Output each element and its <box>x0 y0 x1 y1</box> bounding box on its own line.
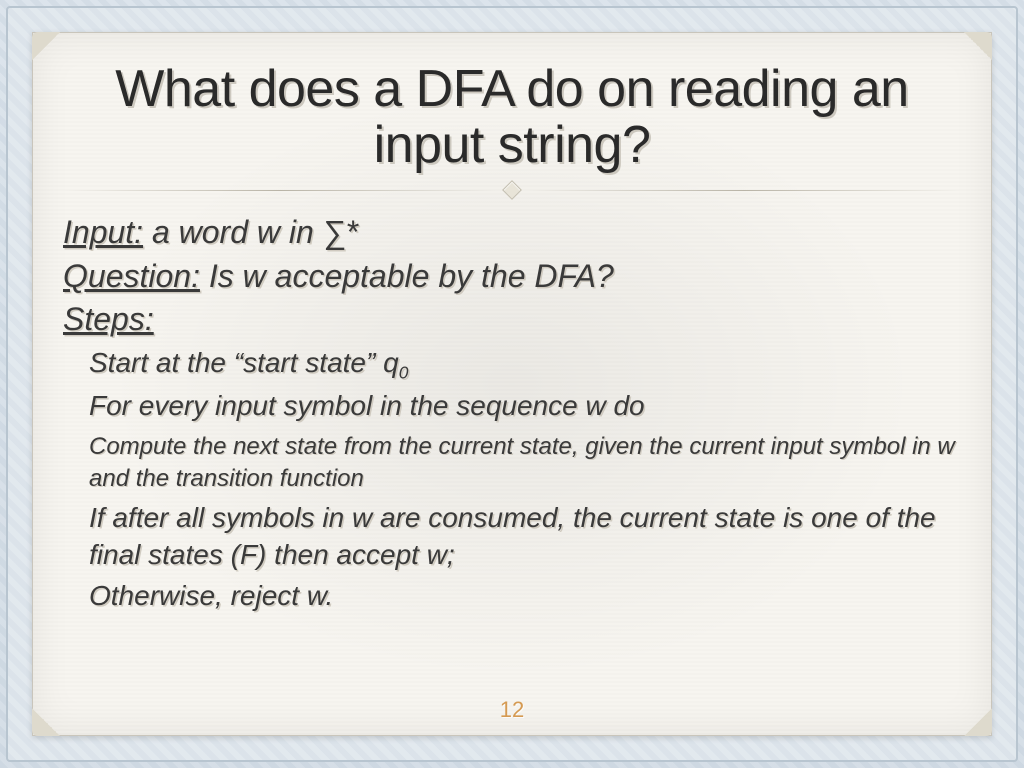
input-label: Input: <box>63 214 143 250</box>
outer-frame: What does a DFA do on reading an input s… <box>6 6 1018 762</box>
step-2a: Compute the next state from the current … <box>89 431 961 493</box>
question-label: Question: <box>63 258 200 294</box>
step-2: For every input symbol in the sequence w… <box>89 388 961 425</box>
steps-block: Start at the “start state” q0 For every … <box>63 345 961 615</box>
step-1-subscript: 0 <box>399 362 409 382</box>
input-line: Input: a word w in ∑* <box>63 211 961 254</box>
step-1-text: Start at the “start state” q <box>89 347 399 378</box>
slide-card: What does a DFA do on reading an input s… <box>32 32 992 736</box>
steps-label-line: Steps: <box>63 298 961 341</box>
question-line: Question: Is w acceptable by the DFA? <box>63 255 961 298</box>
step-1: Start at the “start state” q0 <box>89 345 961 385</box>
step-4: Otherwise, reject w. <box>89 578 961 615</box>
page-number: 12 <box>33 697 991 723</box>
input-text: a word w in ∑* <box>143 214 358 250</box>
step-3: If after all symbols in w are consumed, … <box>89 500 961 574</box>
corner-decoration <box>964 32 992 60</box>
question-text: Is w acceptable by the DFA? <box>200 258 614 294</box>
divider-ornament <box>63 183 961 197</box>
slide-title: What does a DFA do on reading an input s… <box>63 61 961 173</box>
slide-body: Input: a word w in ∑* Question: Is w acc… <box>63 211 961 614</box>
corner-decoration <box>32 32 60 60</box>
steps-label: Steps: <box>63 301 154 337</box>
